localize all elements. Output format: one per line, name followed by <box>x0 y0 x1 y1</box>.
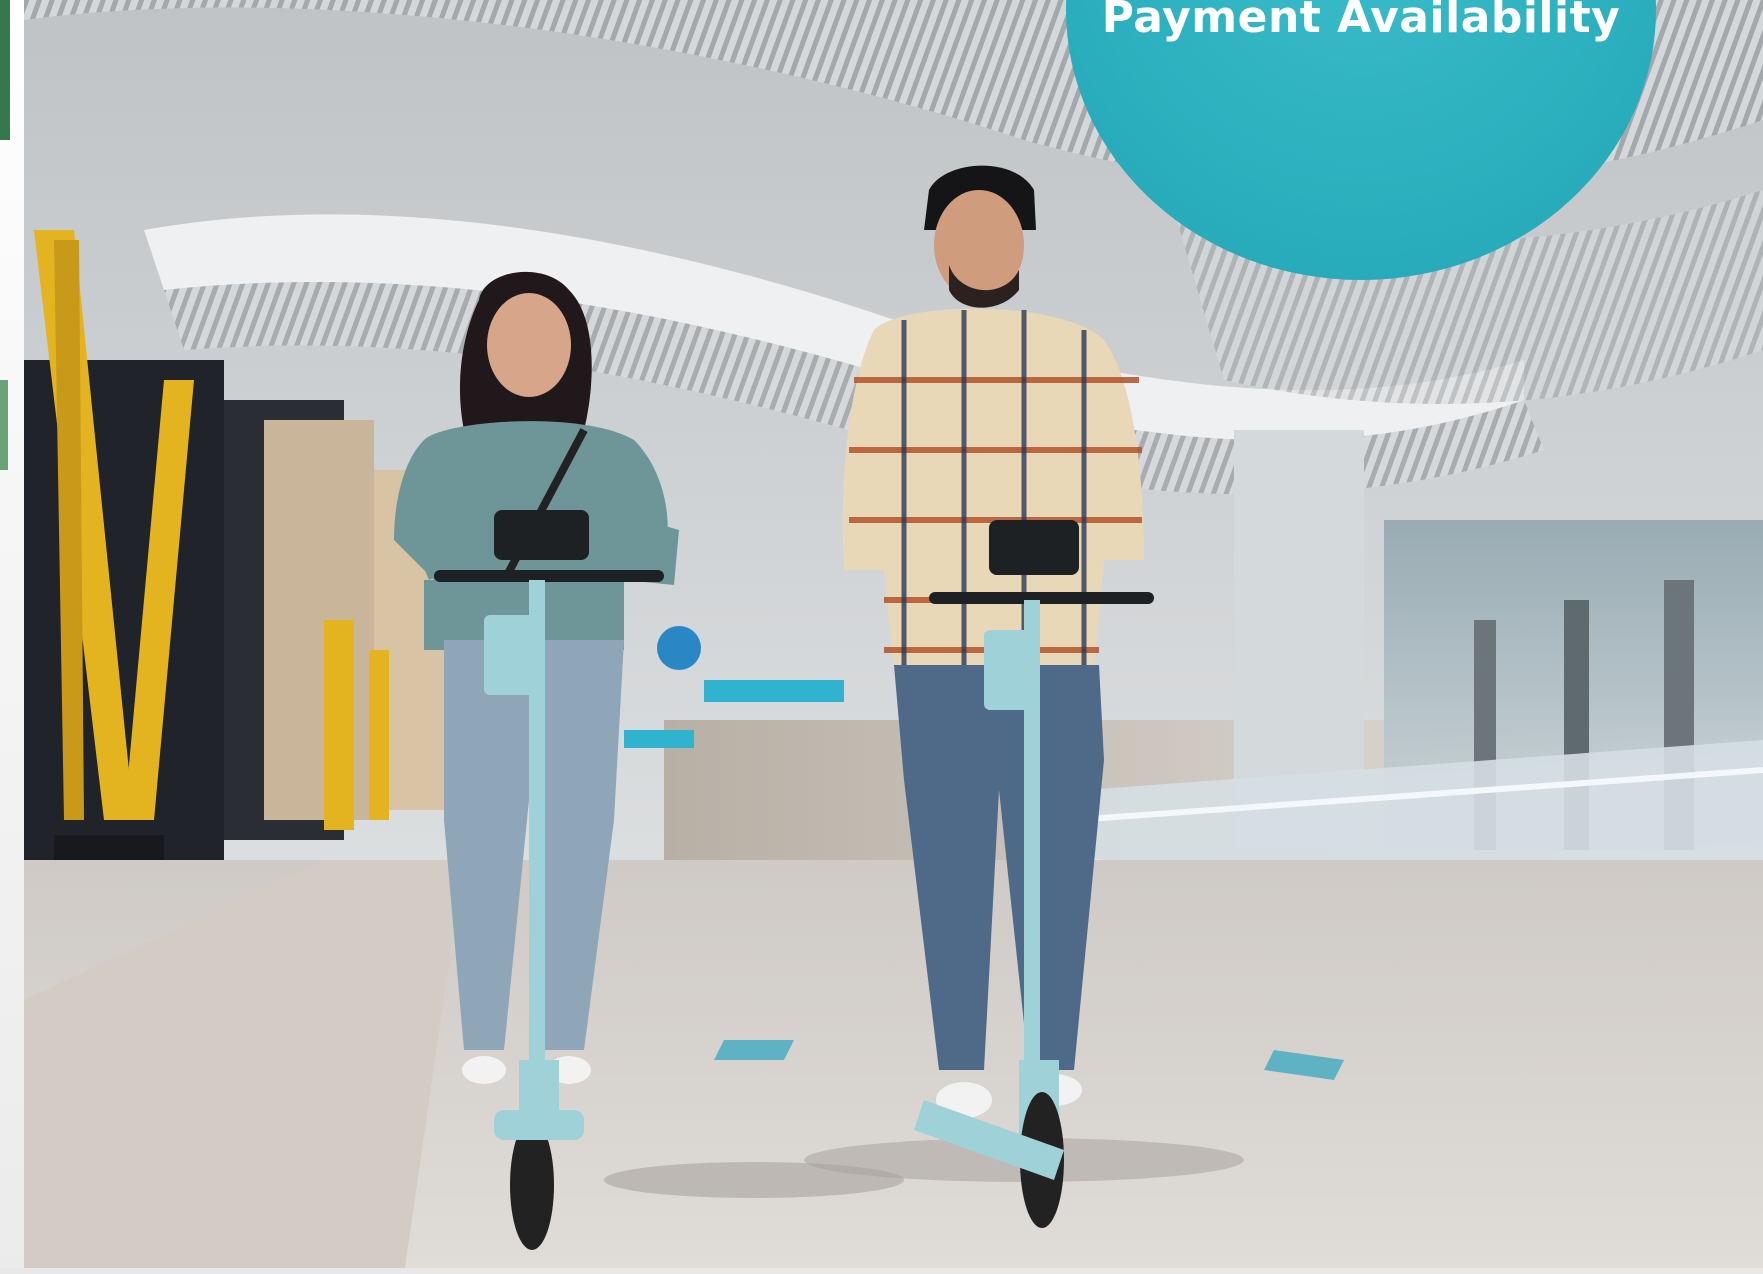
bottom-border <box>0 1268 1763 1274</box>
badge-title: Payment Availability <box>1101 0 1621 43</box>
image-frame: Payment Availability <box>0 0 1763 1274</box>
green-edge-accent-2 <box>0 380 8 470</box>
green-edge-accent <box>0 0 10 140</box>
left-edge-strip <box>0 0 24 1274</box>
